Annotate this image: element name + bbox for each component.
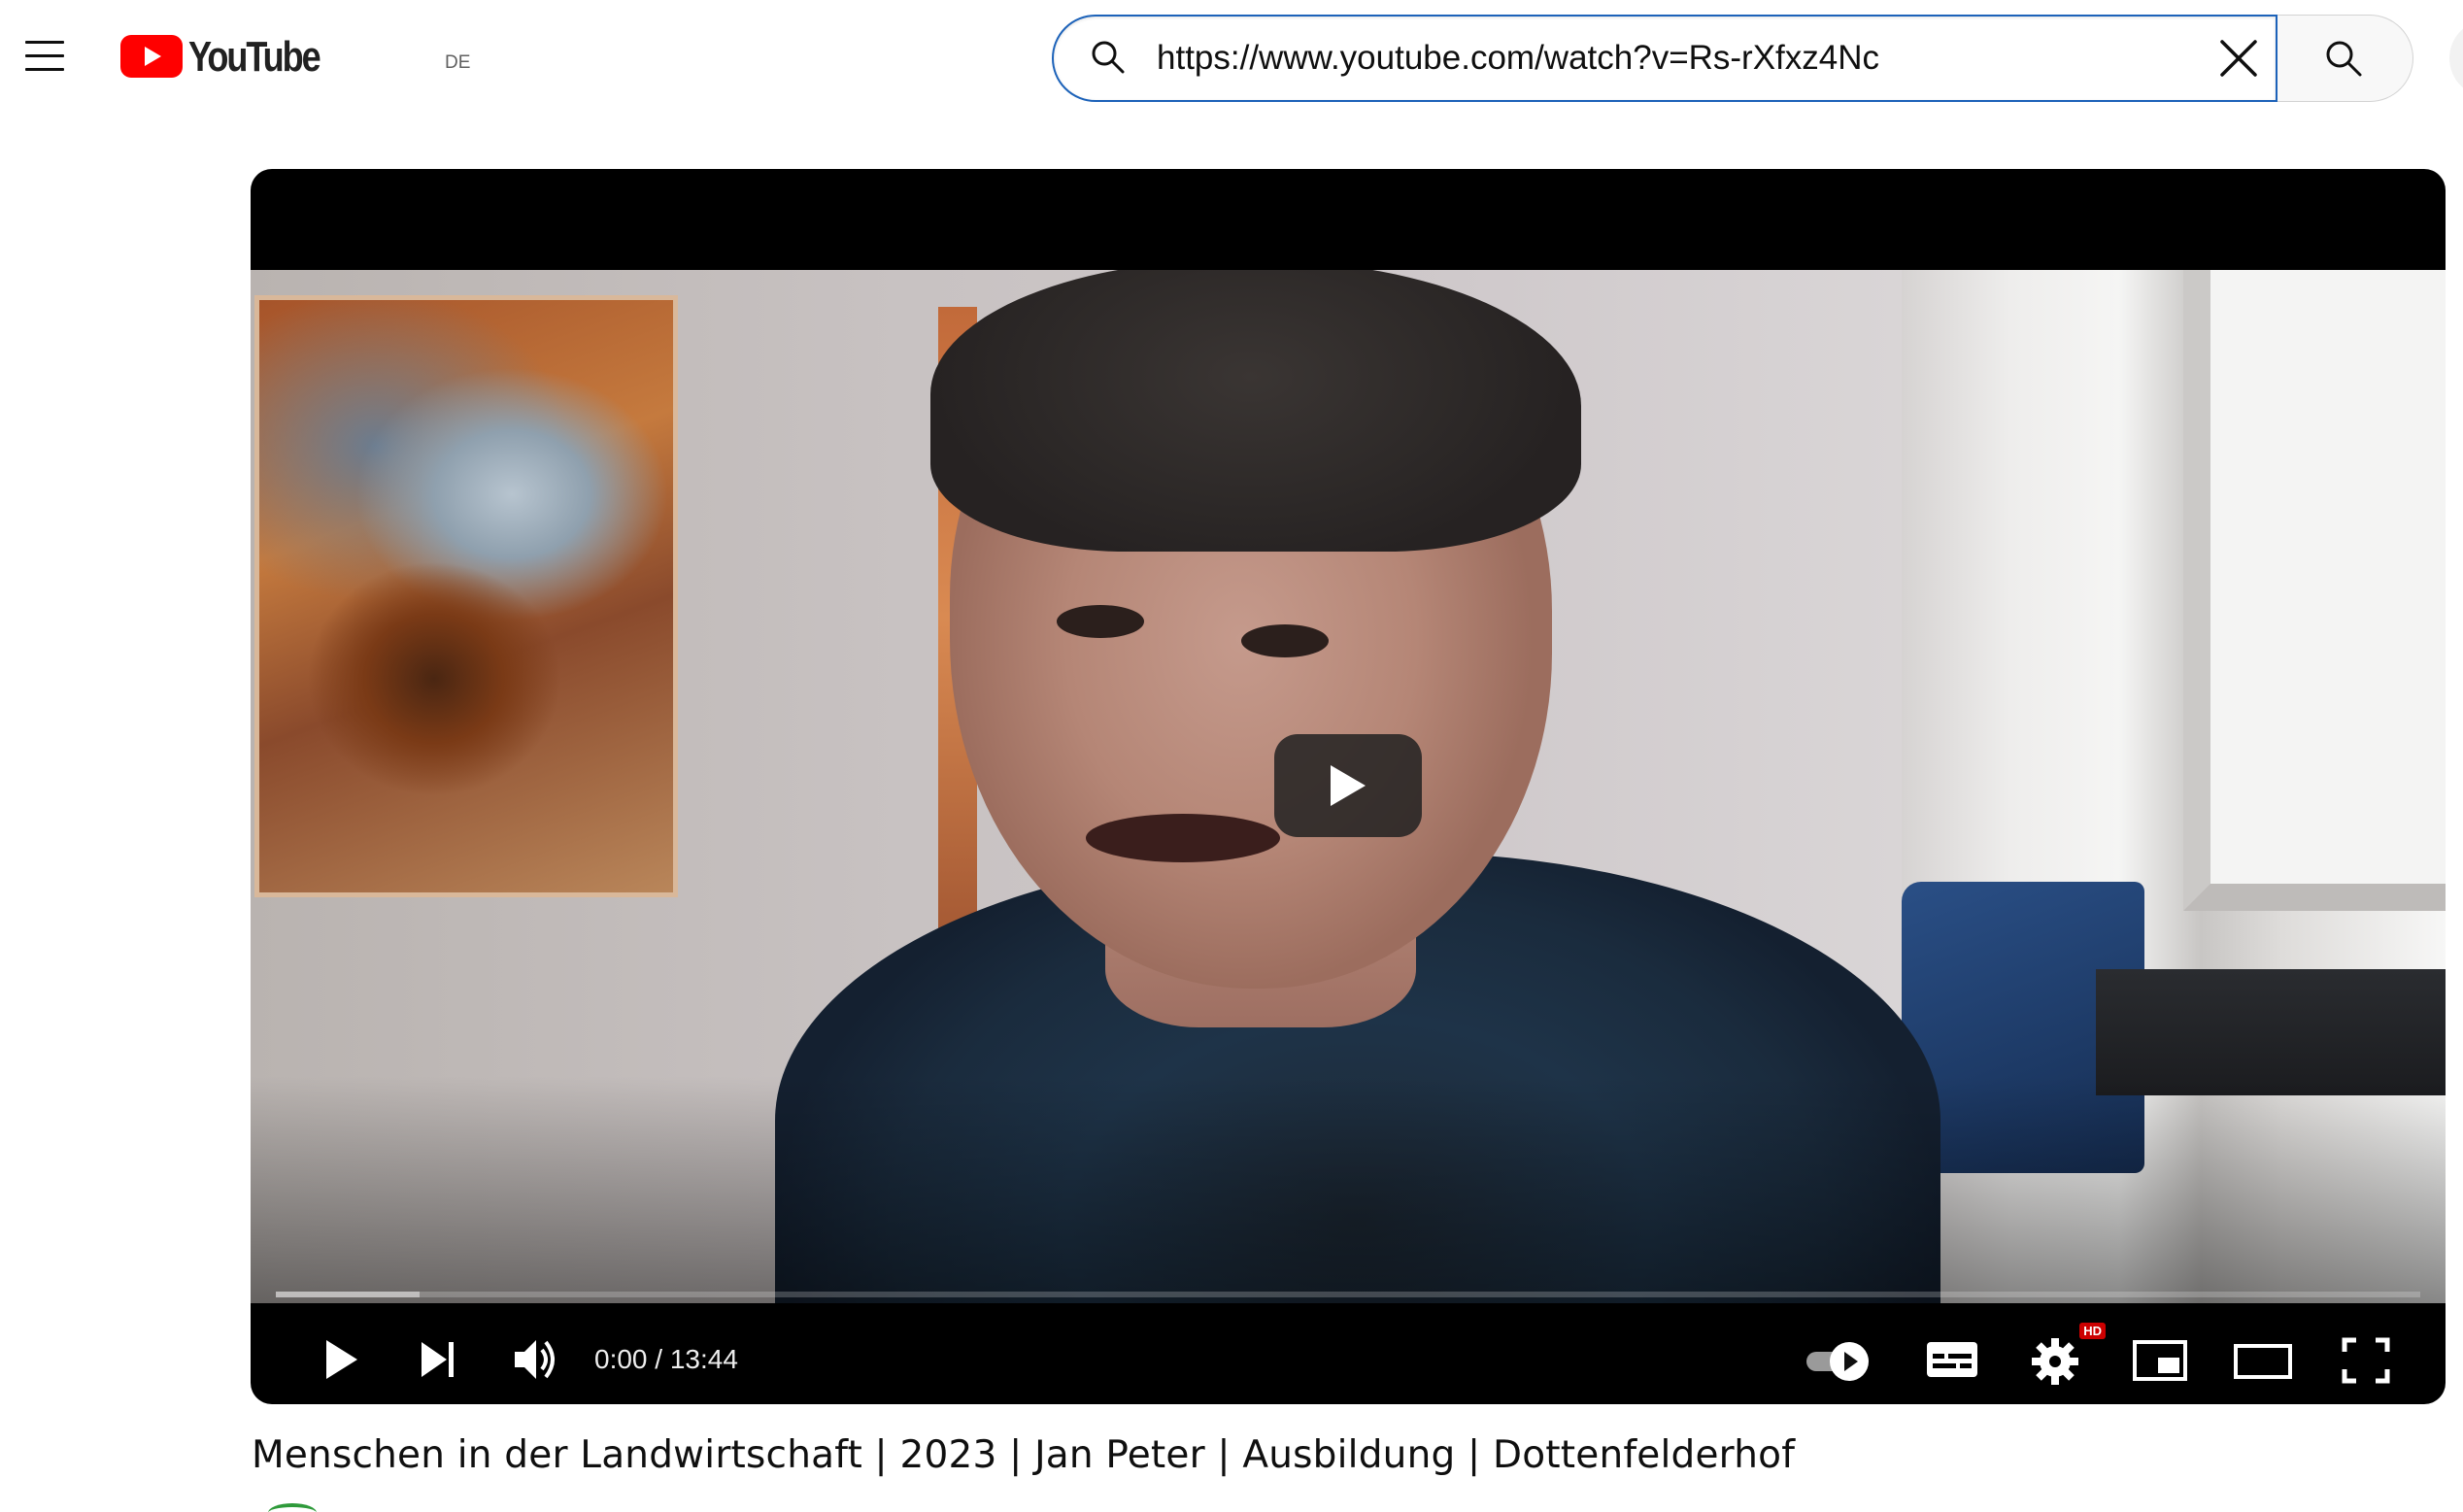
duration: 13:44 xyxy=(669,1344,738,1374)
masthead: YouTube DE xyxy=(0,0,2463,117)
mute-button[interactable] xyxy=(497,1321,575,1398)
fullscreen-icon xyxy=(2342,1337,2390,1384)
search-box xyxy=(1052,15,2277,102)
theater-mode-icon xyxy=(2234,1344,2292,1379)
play-icon xyxy=(326,1340,357,1379)
autoplay-toggle[interactable] xyxy=(1799,1321,1886,1398)
menu-bar xyxy=(25,54,64,57)
search-icon xyxy=(2326,41,2362,77)
volume-icon xyxy=(515,1340,555,1379)
fullscreen-button[interactable] xyxy=(2327,1321,2405,1398)
search-input[interactable] xyxy=(1157,26,2157,90)
subtitles-button[interactable] xyxy=(1913,1321,1991,1398)
next-button[interactable] xyxy=(398,1321,476,1398)
large-play-button[interactable] xyxy=(1274,734,1422,837)
voice-search-button[interactable] xyxy=(2449,19,2463,97)
progress-buffered xyxy=(276,1292,420,1297)
channel-avatar[interactable] xyxy=(268,1503,317,1512)
youtube-logo[interactable]: YouTube DE xyxy=(120,29,470,84)
miniplayer-button[interactable] xyxy=(2121,1321,2199,1398)
next-icon xyxy=(422,1342,454,1377)
autoplay-toggle-icon xyxy=(1806,1342,1869,1381)
miniplayer-icon xyxy=(2133,1340,2187,1381)
play-button[interactable] xyxy=(301,1321,379,1398)
search-icon xyxy=(1092,41,1125,74)
search-button[interactable] xyxy=(2277,15,2413,102)
menu-bar xyxy=(25,41,64,44)
video-player[interactable]: 0:00 / 13:44 HD xyxy=(251,169,2446,1404)
youtube-logo-icon xyxy=(120,35,183,78)
region-code: DE xyxy=(445,52,471,73)
menu-icon[interactable] xyxy=(25,41,64,72)
current-time: 0:00 xyxy=(594,1344,648,1374)
time-display: 0:00 / 13:44 xyxy=(594,1344,738,1375)
play-icon xyxy=(1331,765,1366,806)
logo-wordmark: YouTube xyxy=(188,33,321,81)
menu-bar xyxy=(25,68,64,71)
subtitles-icon xyxy=(1927,1342,1977,1377)
hd-badge: HD xyxy=(2079,1323,2106,1339)
time-separator: / xyxy=(647,1344,670,1374)
clear-icon[interactable] xyxy=(2214,34,2263,83)
theater-mode-button[interactable] xyxy=(2224,1321,2302,1398)
progress-bar[interactable] xyxy=(276,1292,2420,1297)
settings-button[interactable]: HD xyxy=(2016,1321,2106,1398)
video-title: Menschen in der Landwirtschaft | 2023 | … xyxy=(252,1433,1796,1477)
